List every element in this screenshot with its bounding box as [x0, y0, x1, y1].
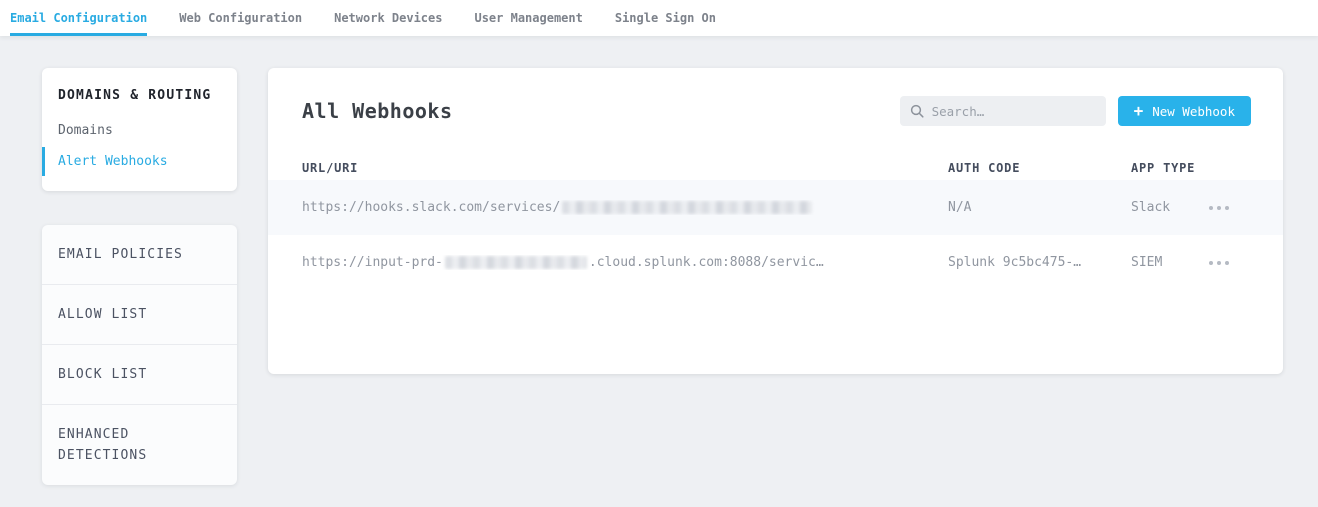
tab-single-sign-on[interactable]: Single Sign On [615, 0, 716, 36]
new-webhook-button-label: New Webhook [1152, 104, 1235, 119]
search-icon [910, 104, 924, 118]
column-header-auth-code: AUTH CODE [948, 161, 1131, 175]
row-menu-ellipsis-icon[interactable] [1207, 200, 1231, 216]
page-title: All Webhooks [302, 99, 453, 123]
top-nav-bar: Email Configuration Web Configuration Ne… [0, 0, 1318, 36]
column-header-app-type: APP TYPE [1131, 161, 1207, 175]
table-row-slack-webhook[interactable]: https://hooks.slack.com/services/ N/A Sl… [268, 180, 1283, 235]
webhook-auth-code: N/A [948, 200, 1131, 215]
new-webhook-button[interactable]: + New Webhook [1118, 96, 1251, 126]
sidebar-policy-sections-card: EMAIL POLICIES ALLOW LIST BLOCK LIST ENH… [42, 225, 237, 485]
webhooks-panel: All Webhooks + New Webhook URL/URI AUTH … [268, 68, 1283, 374]
search-box[interactable] [900, 96, 1106, 126]
sidebar-item-enhanced-detections[interactable]: ENHANCED DETECTIONS [42, 405, 237, 485]
sidebar-item-domains[interactable]: Domains [58, 123, 221, 138]
table-row-splunk-webhook[interactable]: https://input-prd-.cloud.splunk.com:8088… [268, 235, 1283, 290]
webhook-url: https://hooks.slack.com/services/ [302, 200, 948, 215]
sidebar-item-email-policies[interactable]: EMAIL POLICIES [42, 225, 237, 285]
search-input[interactable] [932, 104, 1096, 119]
sidebar-section-header: DOMAINS & ROUTING [58, 88, 221, 103]
webhooks-table: URL/URI AUTH CODE APP TYPE https://hooks… [268, 156, 1283, 290]
tab-web-configuration[interactable]: Web Configuration [179, 0, 302, 36]
sidebar-item-allow-list[interactable]: ALLOW LIST [42, 285, 237, 345]
webhook-app-type: Slack [1131, 200, 1207, 215]
row-menu-ellipsis-icon[interactable] [1207, 255, 1231, 271]
webhook-url: https://input-prd-.cloud.splunk.com:8088… [302, 255, 948, 270]
column-header-url-uri: URL/URI [302, 161, 948, 175]
webhook-app-type: SIEM [1131, 255, 1207, 270]
sidebar-item-alert-webhooks[interactable]: Alert Webhooks [58, 154, 221, 169]
plus-icon: + [1134, 103, 1144, 119]
tab-user-management[interactable]: User Management [474, 0, 582, 36]
tab-network-devices[interactable]: Network Devices [334, 0, 442, 36]
tab-email-configuration[interactable]: Email Configuration [10, 0, 147, 36]
table-header-row: URL/URI AUTH CODE APP TYPE [268, 156, 1283, 180]
sidebar-item-block-list[interactable]: BLOCK LIST [42, 345, 237, 405]
webhook-auth-code: Splunk 9c5bc475-… [948, 255, 1131, 270]
redacted-url-segment [562, 201, 812, 214]
sidebar-domains-routing-card: DOMAINS & ROUTING Domains Alert Webhooks [42, 68, 237, 191]
redacted-url-segment [445, 256, 587, 269]
